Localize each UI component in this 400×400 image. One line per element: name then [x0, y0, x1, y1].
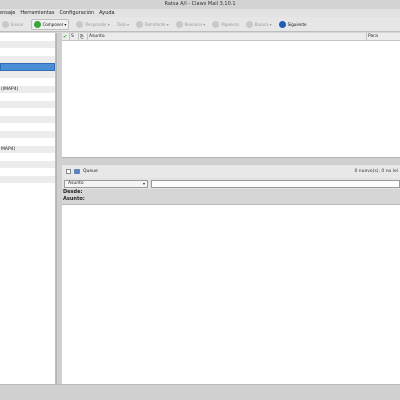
- subject-label: Asunto:: [63, 196, 85, 202]
- to-column[interactable]: Para: [367, 33, 400, 41]
- spam-icon: [245, 20, 253, 28]
- subject-column[interactable]: Asunto: [88, 32, 367, 41]
- next-button[interactable]: Siguiente: [278, 20, 306, 28]
- chevron-down-icon[interactable]: ▾: [127, 22, 129, 27]
- chevron-down-icon[interactable]: ▾: [203, 22, 205, 27]
- quicksearch-row: Asunto ▾: [62, 178, 400, 189]
- folder-item[interactable]: [0, 175, 55, 183]
- folder-item[interactable]: [0, 78, 55, 86]
- attachment-column[interactable]: ⎘: [79, 32, 88, 41]
- window-title: Ratsa A/I - Claws Mail 3.10.1: [0, 0, 400, 9]
- compose-icon: [33, 20, 41, 28]
- horizontal-splitter[interactable]: [62, 157, 400, 165]
- folder-item[interactable]: [0, 115, 55, 123]
- folder-item-selected[interactable]: [0, 63, 55, 71]
- message-header-view: Desde: Asunto:: [62, 189, 400, 205]
- chevron-down-icon[interactable]: ▾: [108, 22, 110, 27]
- menu-tools[interactable]: Herramientas: [20, 10, 54, 16]
- current-folder-label: Queue: [83, 169, 98, 174]
- folder-item[interactable]: [0, 160, 55, 168]
- menu-help[interactable]: Ayuda: [99, 10, 114, 16]
- folder-item[interactable]: [0, 100, 55, 108]
- paperclip-icon: ⎘: [80, 34, 84, 40]
- mark-column[interactable]: ✔: [62, 32, 70, 41]
- folder-item[interactable]: [0, 108, 55, 116]
- folder-item-imap4[interactable]: (IMAP4): [0, 85, 55, 93]
- toolbar: Enviar Componer ▾ Responder ▾ Todo ▾ Rem…: [0, 17, 400, 32]
- folder-item[interactable]: [0, 153, 55, 161]
- status-bar: [0, 384, 400, 400]
- folder-item[interactable]: [0, 168, 55, 176]
- send-icon: [2, 20, 9, 28]
- reply-button[interactable]: Responder ▾: [76, 20, 110, 28]
- status-column[interactable]: S: [70, 32, 79, 41]
- from-label: Desde:: [63, 189, 83, 195]
- trash-icon: [212, 20, 220, 28]
- trash-button[interactable]: Papelera: [212, 20, 239, 28]
- folder-icon: [74, 169, 80, 174]
- menu-bar: ensaje Herramientas Configuración Ayuda: [0, 9, 400, 17]
- folder-item[interactable]: [0, 130, 55, 138]
- forward-button[interactable]: Reenviar ▾: [175, 20, 205, 28]
- search-type-select[interactable]: Asunto ▾: [64, 179, 148, 188]
- reply-all-button[interactable]: Todo ▾: [117, 22, 129, 27]
- folder-item[interactable]: [0, 48, 55, 56]
- folder-item[interactable]: [0, 70, 55, 78]
- chevron-down-icon: ▾: [142, 181, 145, 186]
- folder-item[interactable]: [0, 33, 55, 41]
- reply-icon: [76, 20, 84, 28]
- folder-tree[interactable]: (IMAP4) MAP4): [0, 33, 56, 384]
- folder-item[interactable]: [0, 138, 55, 146]
- search-input[interactable]: [151, 179, 400, 188]
- menu-configuration[interactable]: Configuración: [59, 10, 94, 16]
- chevron-down-icon[interactable]: ▾: [270, 22, 272, 27]
- menu-message[interactable]: ensaje: [0, 10, 15, 16]
- folder-item[interactable]: [0, 123, 55, 131]
- send-button[interactable]: Enviar: [2, 20, 24, 28]
- spam-button[interactable]: Basura ▾: [245, 20, 272, 28]
- chevron-down-icon[interactable]: ▾: [64, 22, 66, 27]
- next-arrow-icon: [278, 20, 286, 28]
- folder-item[interactable]: [0, 93, 55, 101]
- compose-button[interactable]: Componer ▾: [30, 18, 70, 30]
- folder-item[interactable]: [0, 183, 55, 191]
- message-count: 0 nuevo(s), 0 no leí: [354, 169, 399, 174]
- message-body-view[interactable]: [62, 205, 400, 384]
- message-list-header: ✔ S ⎘ Asunto Para: [62, 32, 400, 41]
- chevron-down-icon[interactable]: ▾: [167, 22, 169, 27]
- folder-item[interactable]: [0, 55, 55, 63]
- quicksearch-toggle-checkbox[interactable]: [66, 169, 71, 174]
- folder-item[interactable]: [0, 40, 55, 48]
- reply-sender-button[interactable]: Remitente ▾: [135, 20, 169, 28]
- message-list[interactable]: [62, 41, 400, 157]
- folder-status-bar: Queue 0 nuevo(s), 0 no leí: [62, 165, 400, 178]
- forward-icon: [175, 20, 183, 28]
- checkmark-icon: ✔: [63, 33, 68, 40]
- reply-sender-icon: [135, 20, 143, 28]
- folder-item-imap4[interactable]: MAP4): [0, 145, 55, 153]
